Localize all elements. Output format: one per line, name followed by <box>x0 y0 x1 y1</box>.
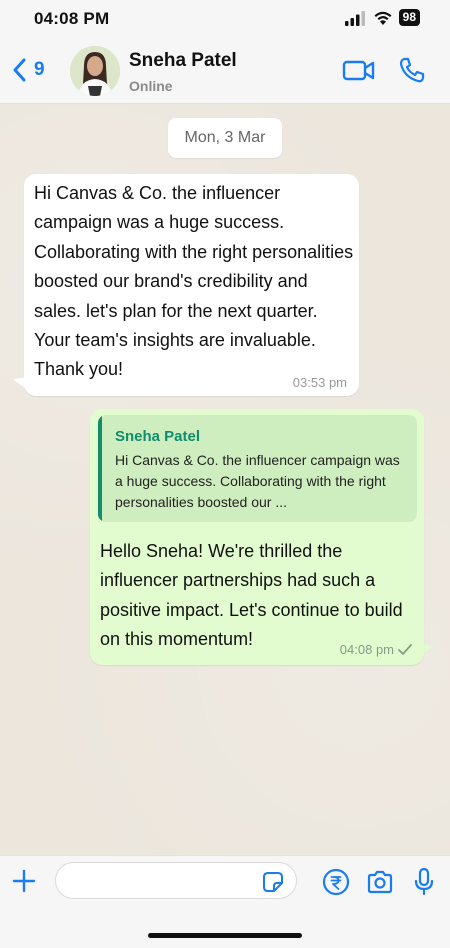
status-bar: 04:08 PM 98 <box>0 0 450 36</box>
video-call-button[interactable] <box>342 58 376 87</box>
quoted-sender: Sneha Patel <box>115 428 201 445</box>
plus-icon <box>12 869 36 893</box>
status-time: 04:08 PM <box>34 9 110 28</box>
contact-status: Online <box>129 78 173 94</box>
unread-count: 9 <box>34 59 45 80</box>
camera-icon <box>367 870 393 894</box>
message-text: Hi Canvas & Co. the influencer campaign … <box>34 183 354 380</box>
chat-header: 9 Sneha Patel Online <box>0 36 450 104</box>
signal-icon <box>344 10 365 26</box>
sticker-button[interactable] <box>262 871 284 898</box>
phone-icon <box>399 57 425 83</box>
voice-call-button[interactable] <box>398 56 426 89</box>
incoming-message[interactable]: Hi Canvas & Co. the influencer campaign … <box>24 174 359 396</box>
avatar[interactable] <box>70 46 120 96</box>
message-input[interactable] <box>55 862 297 899</box>
microphone-icon <box>414 867 434 896</box>
message-meta: 04:08 pm <box>340 642 412 657</box>
quoted-text: Hi Canvas & Co. the influencer campaign … <box>115 452 400 510</box>
contact-photo-icon <box>70 46 120 96</box>
quote-accent-bar <box>98 415 102 522</box>
status-icons: 98 <box>344 9 420 26</box>
message-text: Hello Sneha! We're thrilled the influenc… <box>100 541 403 650</box>
sticker-icon <box>263 872 283 892</box>
battery-indicator: 98 <box>398 9 420 26</box>
outgoing-message[interactable]: Sneha Patel Hi Canvas & Co. the influenc… <box>90 409 424 665</box>
attach-button[interactable] <box>12 869 36 898</box>
back-button[interactable]: 9 <box>12 58 45 82</box>
microphone-button[interactable] <box>414 867 434 902</box>
chevron-left-icon <box>13 58 26 82</box>
quoted-message[interactable]: Sneha Patel Hi Canvas & Co. the influenc… <box>98 415 417 522</box>
payment-button[interactable] <box>322 868 350 901</box>
sent-check-icon <box>398 643 412 655</box>
contact-name[interactable]: Sneha Patel <box>129 50 237 72</box>
video-camera-icon <box>342 60 375 81</box>
wifi-icon <box>374 11 392 25</box>
camera-button[interactable] <box>366 869 394 900</box>
message-time: 03:53 pm <box>292 375 347 390</box>
rupee-icon <box>322 868 350 896</box>
date-separator: Mon, 3 Mar <box>168 118 282 158</box>
home-indicator <box>148 933 302 938</box>
message-time: 04:08 pm <box>339 642 394 657</box>
